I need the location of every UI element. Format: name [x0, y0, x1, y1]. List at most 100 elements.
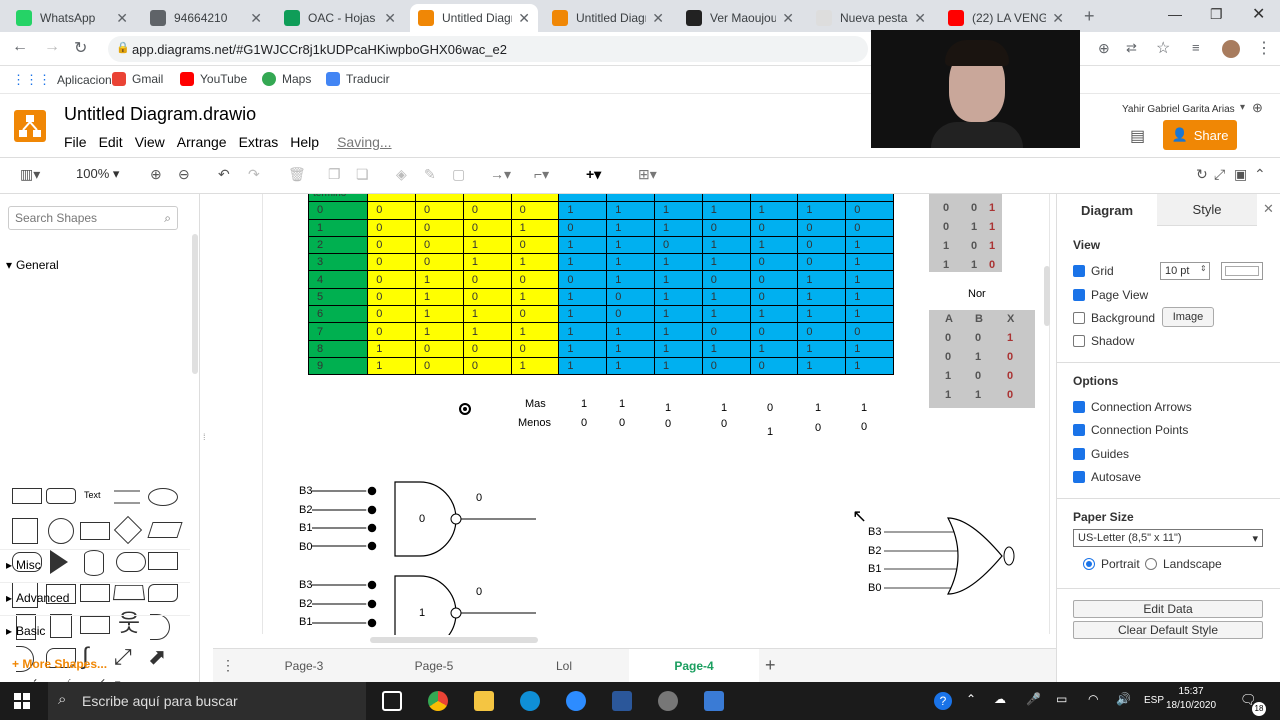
shape-rectangle[interactable]	[12, 488, 42, 504]
shape-ellipse[interactable]	[148, 488, 178, 506]
browser-tab-2[interactable]: 94664210 ✕	[142, 4, 270, 32]
nor-table-image[interactable]: A B X 0 0 1 0 1 0 1 0 0 1 1 0	[929, 310, 1035, 408]
format-panel-toggle-icon[interactable]: ▥▾	[20, 166, 40, 183]
fullscreen-icon[interactable]: ⤢	[1214, 166, 1225, 183]
close-tab-icon[interactable]: ✕	[652, 10, 664, 27]
section-advanced[interactable]: ▸ Advanced	[0, 582, 190, 612]
windows-start-icon[interactable]	[14, 693, 30, 712]
back-arrow-icon[interactable]: ←	[12, 38, 28, 56]
paper-size-select[interactable]: US-Letter (8,5" x 11") ▾	[1073, 529, 1263, 547]
minimize-button[interactable]: —	[1168, 6, 1182, 22]
vs-icon[interactable]	[704, 691, 724, 711]
taskbar-search-input[interactable]: ⌕ Escribe aquí para buscar	[48, 682, 366, 720]
browser-tab-7[interactable]: Nueva pestaña✕	[808, 4, 934, 32]
battery-icon[interactable]: ▭	[1056, 692, 1067, 706]
close-tab-icon[interactable]: ✕	[914, 10, 926, 27]
onedrive-icon[interactable]: ☁	[994, 692, 1006, 706]
word-icon[interactable]	[612, 691, 632, 711]
tab-style[interactable]: Style	[1157, 194, 1257, 226]
waypoints-icon[interactable]: ⌐▾	[534, 166, 549, 183]
or-gate-svg[interactable]	[880, 510, 1030, 605]
browser-tab-1[interactable]: WhatsApp ✕	[8, 4, 136, 32]
insert-icon[interactable]: +▾	[586, 166, 601, 183]
page-view-checkbox[interactable]: Page View	[1073, 288, 1148, 302]
shapes-scrollbar[interactable]	[192, 234, 198, 374]
junction-dot-icon[interactable]	[459, 403, 471, 415]
shape-double-arrow[interactable]: ⤢	[114, 644, 132, 670]
bookmark-youtube[interactable]: YouTube	[180, 72, 247, 86]
user-dropdown-icon[interactable]: ▾	[1240, 102, 1245, 113]
connection-points-checkbox[interactable]: Connection Points	[1073, 423, 1188, 437]
shape-textbox[interactable]	[114, 490, 140, 504]
shape-diamond[interactable]	[113, 515, 143, 545]
browser-tab-8[interactable]: (22) LA VENGA✕	[940, 4, 1072, 32]
edit-data-button[interactable]: Edit Data	[1073, 600, 1263, 618]
sync-icon[interactable]: ↻	[1196, 166, 1208, 183]
fill-color-icon[interactable]: ◈	[396, 166, 407, 183]
clock[interactable]: 15:37 18/10/2020	[1166, 685, 1216, 713]
pages-menu-icon[interactable]: ⋮	[221, 657, 235, 674]
guides-checkbox[interactable]: Guides	[1073, 447, 1129, 461]
add-icon[interactable]: ⊕	[1098, 40, 1110, 57]
shape-parallelogram[interactable]	[147, 522, 183, 538]
collapse-icon[interactable]: ⌃	[1254, 166, 1266, 183]
wifi-icon[interactable]: ◠	[1088, 692, 1098, 706]
connection-icon[interactable]: →▾	[490, 166, 511, 183]
shadow-icon[interactable]: ▢	[452, 166, 465, 183]
close-window-button[interactable]: ✕	[1252, 4, 1265, 24]
help-icon[interactable]: ?	[934, 692, 952, 710]
extensions-icon[interactable]: ≡	[1192, 40, 1200, 55]
shape-arrow[interactable]: ⬈	[148, 644, 166, 670]
browser-tab-4[interactable]: Untitled Diagr ✕	[410, 4, 538, 32]
tab-page-3[interactable]: Page-3	[239, 649, 369, 683]
bookmark-gmail[interactable]: Gmail	[112, 72, 163, 86]
search-shapes-input[interactable]: Search Shapes ⌕	[8, 206, 178, 230]
stepper-icon[interactable]: ⇕	[1200, 264, 1207, 273]
line-color-icon[interactable]: ✎	[424, 166, 436, 183]
share-button[interactable]: 👤 Share	[1163, 120, 1237, 150]
shape-process[interactable]	[80, 522, 110, 540]
delete-icon[interactable]: 🗑	[288, 166, 306, 183]
chrome-taskbar-icon[interactable]	[428, 691, 448, 711]
saving-status[interactable]: Saving...	[337, 134, 391, 150]
close-tab-icon[interactable]: ✕	[518, 10, 530, 27]
close-tab-icon[interactable]: ✕	[250, 10, 262, 27]
canvas-v-scrollbar[interactable]	[1044, 266, 1050, 326]
to-back-icon[interactable]: ❏	[356, 166, 369, 183]
profile-avatar[interactable]	[1222, 40, 1240, 58]
globe-icon[interactable]: ⊕	[1252, 100, 1263, 116]
nor-gate[interactable]	[884, 517, 1015, 595]
section-basic[interactable]: ▸ Basic	[0, 615, 190, 645]
clear-default-style-button[interactable]: Clear Default Style	[1073, 621, 1263, 639]
bookmark-translate[interactable]: Traducir	[326, 72, 390, 86]
connection-arrows-checkbox[interactable]: Connection Arrows	[1073, 400, 1192, 414]
section-general[interactable]: ▾ General	[0, 250, 190, 280]
chevron-up-icon[interactable]: ⌃	[966, 692, 976, 706]
close-panel-icon[interactable]: ✕	[1263, 201, 1274, 217]
shape-text[interactable]: Text	[84, 490, 101, 500]
volume-icon[interactable]: 🔊	[1116, 692, 1131, 706]
tab-page-4[interactable]: Page-4	[629, 649, 759, 683]
format-icon[interactable]: ▣	[1234, 166, 1247, 183]
shape-rounded-rect[interactable]	[46, 488, 76, 504]
microphone-icon[interactable]: 🎤	[1026, 692, 1041, 706]
canvas-h-scrollbar[interactable]	[370, 637, 538, 643]
table-icon[interactable]: ⊞▾	[638, 166, 657, 183]
document-title[interactable]: Untitled Diagram.drawio	[64, 104, 256, 125]
edge-icon[interactable]	[520, 691, 540, 711]
close-tab-icon[interactable]: ✕	[116, 10, 128, 27]
menu-arrange[interactable]: Arrange	[177, 134, 227, 150]
star-icon[interactable]: ☆	[1156, 38, 1170, 58]
bookmark-maps[interactable]: Maps	[262, 72, 311, 86]
shape-circle[interactable]	[48, 518, 74, 544]
portrait-radio[interactable]: Portrait	[1083, 557, 1140, 571]
more-shapes-button[interactable]: + More Shapes...	[12, 657, 107, 671]
zoom-in-icon[interactable]: ⊕	[150, 166, 162, 183]
app-icon[interactable]	[658, 691, 678, 711]
close-tab-icon[interactable]: ✕	[782, 10, 794, 27]
panel-splitter[interactable]: ⁞	[203, 432, 206, 442]
user-name[interactable]: Yahir Gabriel Garita Arias	[1122, 104, 1235, 115]
shape-square[interactable]	[12, 518, 38, 544]
landscape-radio[interactable]: Landscape	[1145, 557, 1222, 571]
grid-checkbox[interactable]: Grid	[1073, 264, 1114, 278]
